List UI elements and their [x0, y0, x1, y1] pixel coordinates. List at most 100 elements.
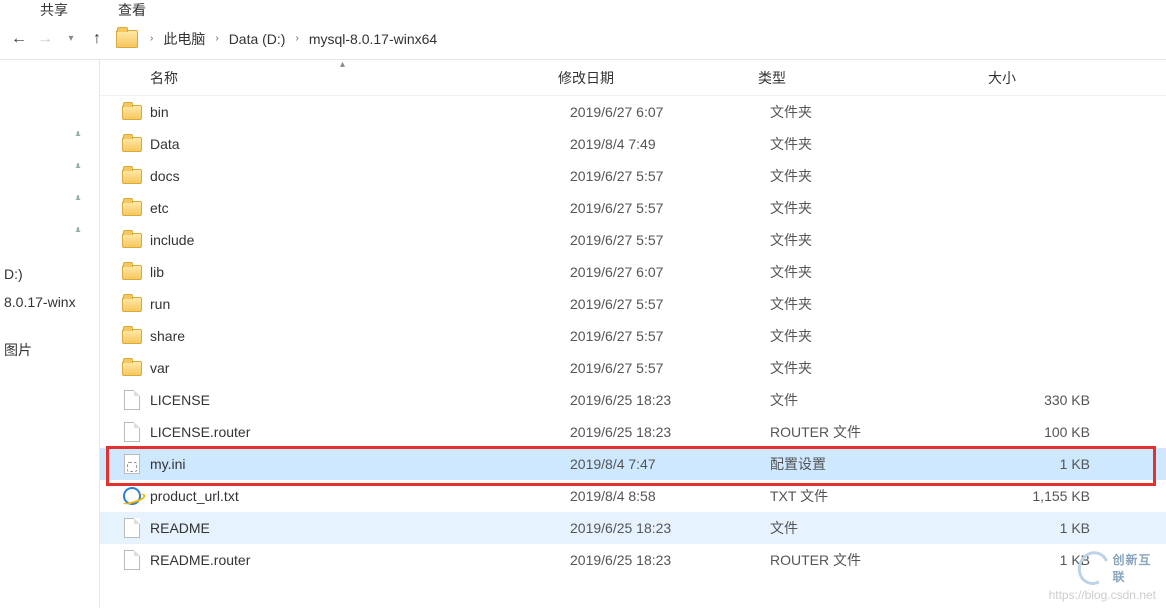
file-row[interactable]: var2019/6/27 5:57文件夹 [100, 352, 1166, 384]
pin-icon[interactable] [0, 152, 99, 184]
file-date: 2019/8/4 7:47 [570, 456, 770, 472]
folder-icon [120, 169, 144, 184]
file-icon [120, 518, 144, 538]
logo-text: 创新互联 [1113, 551, 1159, 585]
file-row[interactable]: Data2019/8/4 7:49文件夹 [100, 128, 1166, 160]
file-type: 文件夹 [770, 326, 1000, 346]
back-button[interactable]: ← [6, 26, 32, 52]
file-date: 2019/6/27 5:57 [570, 232, 770, 248]
file-type: 文件夹 [770, 230, 1000, 250]
file-date: 2019/8/4 7:49 [570, 136, 770, 152]
file-icon [120, 390, 144, 410]
file-type: ROUTER 文件 [770, 550, 1000, 570]
file-name: var [150, 360, 570, 376]
file-row[interactable]: my.ini2019/8/4 7:47配置设置1 KB [100, 448, 1166, 480]
file-name: etc [150, 200, 570, 216]
file-name: LICENSE.router [150, 424, 570, 440]
folder-icon [120, 137, 144, 152]
file-type: 文件夹 [770, 358, 1000, 378]
file-date: 2019/6/25 18:23 [570, 424, 770, 440]
sidebar-item-drive[interactable]: D:) [0, 260, 99, 288]
ie-icon [120, 487, 144, 505]
file-row[interactable]: bin2019/6/27 6:07文件夹 [100, 96, 1166, 128]
file-size: 100 KB [1000, 424, 1090, 440]
file-date: 2019/6/25 18:23 [570, 552, 770, 568]
folder-icon [120, 361, 144, 376]
column-type[interactable]: 类型 [750, 60, 980, 95]
chevron-right-icon[interactable]: › [144, 33, 159, 44]
menu-share[interactable]: 共享 [40, 0, 68, 20]
ini-icon [120, 454, 144, 474]
file-row[interactable]: run2019/6/27 5:57文件夹 [100, 288, 1166, 320]
folder-icon [120, 233, 144, 248]
crumb-pc[interactable]: 此电脑 [159, 29, 209, 49]
file-type: 文件 [770, 390, 1000, 410]
file-type: 文件夹 [770, 166, 1000, 186]
file-row[interactable]: LICENSE.router2019/6/25 18:23ROUTER 文件10… [100, 416, 1166, 448]
sidebar: D:) 8.0.17-winx 图片 [0, 60, 100, 608]
crumb-drive[interactable]: Data (D:) [225, 31, 290, 47]
file-row[interactable]: product_url.txt2019/8/4 8:58TXT 文件1,155 … [100, 480, 1166, 512]
column-date[interactable]: 修改日期 [550, 60, 750, 95]
chevron-right-icon[interactable]: › [209, 33, 224, 44]
file-type: 配置设置 [770, 454, 1000, 474]
file-row[interactable]: lib2019/6/27 6:07文件夹 [100, 256, 1166, 288]
crumb-folder[interactable]: mysql-8.0.17-winx64 [305, 31, 441, 47]
column-headers: ▴ 名称 修改日期 类型 大小 [100, 60, 1166, 96]
file-pane: ▴ 名称 修改日期 类型 大小 bin2019/6/27 6:07文件夹Data… [100, 60, 1166, 608]
file-type: 文件夹 [770, 134, 1000, 154]
file-date: 2019/6/27 6:07 [570, 104, 770, 120]
file-date: 2019/6/25 18:23 [570, 392, 770, 408]
file-type: 文件夹 [770, 102, 1000, 122]
file-date: 2019/8/4 8:58 [570, 488, 770, 504]
folder-icon [120, 265, 144, 280]
file-date: 2019/6/27 5:57 [570, 168, 770, 184]
file-name: LICENSE [150, 392, 570, 408]
file-size: 1,155 KB [1000, 488, 1090, 504]
file-name: my.ini [150, 456, 570, 472]
up-button[interactable]: ↑ [84, 26, 110, 52]
file-date: 2019/6/27 6:07 [570, 264, 770, 280]
file-row[interactable]: share2019/6/27 5:57文件夹 [100, 320, 1166, 352]
file-size: 1 KB [1000, 552, 1090, 568]
pin-icon[interactable] [0, 120, 99, 152]
address-bar: ← → ▾ ↑ › 此电脑 › Data (D:) › mysql-8.0.17… [0, 18, 1166, 60]
file-name: run [150, 296, 570, 312]
file-name: include [150, 232, 570, 248]
chevron-right-icon[interactable]: › [289, 33, 304, 44]
column-name[interactable]: 名称 [100, 60, 550, 95]
pin-icon[interactable] [0, 184, 99, 216]
pin-icon[interactable] [0, 216, 99, 248]
file-size: 1 KB [1000, 520, 1090, 536]
file-list: bin2019/6/27 6:07文件夹Data2019/8/4 7:49文件夹… [100, 96, 1166, 576]
file-type: 文件夹 [770, 198, 1000, 218]
file-row[interactable]: include2019/6/27 5:57文件夹 [100, 224, 1166, 256]
file-row[interactable]: LICENSE2019/6/25 18:23文件330 KB [100, 384, 1166, 416]
recent-dropdown[interactable]: ▾ [58, 26, 84, 52]
column-size[interactable]: 大小 [980, 60, 1166, 95]
logo-icon [1073, 547, 1113, 589]
file-name: README.router [150, 552, 570, 568]
file-row[interactable]: README.router2019/6/25 18:23ROUTER 文件1 K… [100, 544, 1166, 576]
file-date: 2019/6/27 5:57 [570, 296, 770, 312]
file-row[interactable]: README2019/6/25 18:23文件1 KB [100, 512, 1166, 544]
file-date: 2019/6/27 5:57 [570, 360, 770, 376]
file-date: 2019/6/25 18:23 [570, 520, 770, 536]
file-name: docs [150, 168, 570, 184]
file-date: 2019/6/27 5:57 [570, 200, 770, 216]
file-type: 文件夹 [770, 262, 1000, 282]
folder-icon [120, 105, 144, 120]
file-row[interactable]: etc2019/6/27 5:57文件夹 [100, 192, 1166, 224]
sidebar-item-folder[interactable]: 8.0.17-winx [0, 288, 99, 316]
menubar: 共享 查看 [0, 0, 1166, 18]
watermark: https://blog.csdn.net [1049, 588, 1156, 602]
file-type: TXT 文件 [770, 486, 1000, 506]
folder-icon [120, 201, 144, 216]
folder-icon [120, 329, 144, 344]
file-type: 文件夹 [770, 294, 1000, 314]
folder-icon [120, 297, 144, 312]
sidebar-item-pictures[interactable]: 图片 [0, 334, 99, 366]
file-name: bin [150, 104, 570, 120]
file-row[interactable]: docs2019/6/27 5:57文件夹 [100, 160, 1166, 192]
menu-view[interactable]: 查看 [118, 0, 146, 20]
